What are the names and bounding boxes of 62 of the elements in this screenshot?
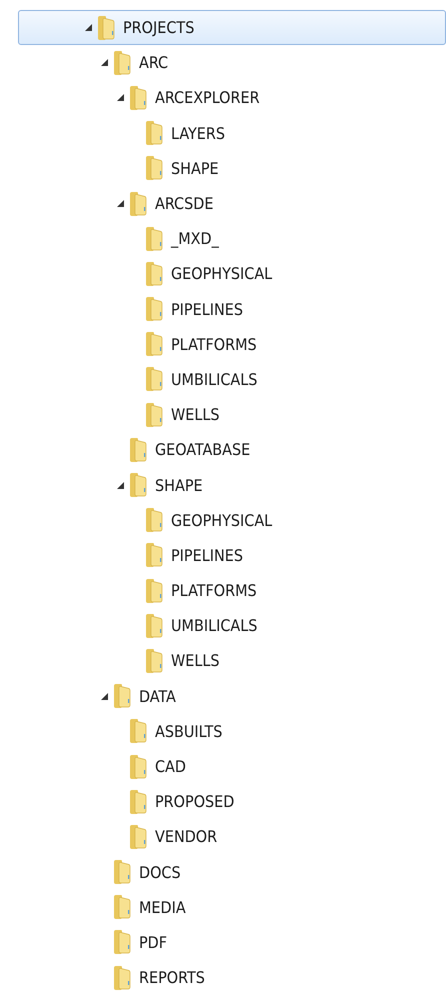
tree-item[interactable]: UMBILICALS	[18, 362, 446, 398]
folder-icon	[145, 121, 163, 146]
tree-item[interactable]: _MXD_	[18, 221, 446, 256]
folder-icon	[113, 50, 131, 75]
tree-item[interactable]: GEOPHYSICAL	[18, 256, 446, 292]
tree-item[interactable]: GEOATABASE	[18, 432, 446, 468]
folder-icon	[129, 473, 147, 498]
folder-icon	[145, 262, 163, 286]
folder-icon	[145, 402, 163, 427]
folder-icon	[145, 367, 163, 392]
folder-icon	[113, 930, 131, 954]
tree-item[interactable]: ARC	[18, 45, 446, 80]
folder-icon	[145, 648, 163, 673]
folder-icon	[113, 966, 131, 990]
tree-item[interactable]: PLATFORMS	[18, 326, 446, 362]
tree-item[interactable]: ARCSDE	[18, 186, 446, 222]
folder-icon	[145, 543, 163, 568]
tree-item[interactable]: UMBILICALS	[18, 608, 446, 644]
folder-icon	[129, 754, 147, 779]
tree-item[interactable]: GEOPHYSICAL	[18, 502, 446, 538]
tree-item[interactable]: CAD	[18, 748, 446, 784]
folder-icon	[113, 895, 131, 920]
folder-icon	[145, 578, 163, 603]
tree-item[interactable]: MEDIA	[18, 890, 446, 925]
tree-item[interactable]: ASBUILTS	[18, 714, 446, 749]
folder-icon	[97, 16, 115, 40]
tree-item[interactable]: WELLS	[18, 397, 446, 432]
tree-item[interactable]: PROJECTS	[18, 10, 446, 46]
folder-icon	[129, 192, 147, 216]
folder-icon	[145, 332, 163, 356]
collapse-triangle-icon[interactable]	[84, 24, 92, 32]
folder-icon	[129, 719, 147, 744]
tree-item[interactable]: LAYERS	[18, 116, 446, 151]
folder-icon	[145, 614, 163, 638]
folder-icon	[145, 297, 163, 322]
tree-item[interactable]: DATA	[18, 678, 446, 714]
tree-item[interactable]: PROPOSED	[18, 784, 446, 820]
folder-icon	[145, 156, 163, 180]
tree-item[interactable]: ARCEXPLORER	[18, 80, 446, 116]
collapse-triangle-icon[interactable]	[116, 200, 124, 208]
folder-icon	[145, 508, 163, 532]
collapse-triangle-icon[interactable]	[100, 692, 108, 700]
tree-item[interactable]: DOCS	[18, 854, 446, 890]
tree-item[interactable]: VENDOR	[18, 819, 446, 854]
tree-item[interactable]: SHAPE	[18, 467, 446, 503]
folder-icon	[145, 226, 163, 251]
tree-item[interactable]: SHAPE	[18, 150, 446, 186]
tree-item[interactable]: WELLS	[18, 643, 446, 679]
folder-icon	[113, 684, 131, 708]
folder-icon	[129, 790, 147, 814]
collapse-triangle-icon[interactable]	[116, 94, 124, 102]
collapse-triangle-icon[interactable]	[116, 482, 124, 489]
folder-icon	[129, 86, 147, 110]
collapse-triangle-icon[interactable]	[100, 59, 108, 66]
folder-icon	[129, 438, 147, 462]
tree-item[interactable]: REPORTS	[18, 960, 446, 991]
tree-item[interactable]: PIPELINES	[18, 538, 446, 573]
tree-item[interactable]: PDF	[18, 924, 446, 960]
tree-item[interactable]: PIPELINES	[18, 292, 446, 327]
folder-icon	[113, 860, 131, 884]
folder-icon	[129, 824, 147, 849]
tree-item[interactable]: PLATFORMS	[18, 573, 446, 608]
